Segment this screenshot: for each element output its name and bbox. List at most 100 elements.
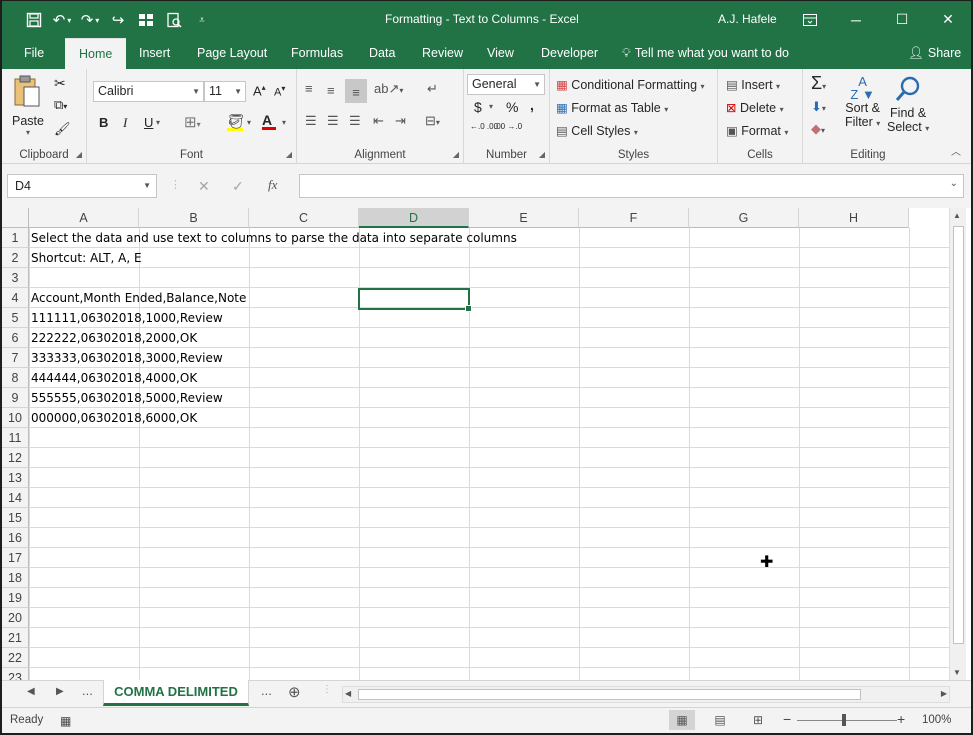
merge-center-icon[interactable]: ⊟▾ <box>425 113 440 129</box>
row-header-1[interactable]: 1 <box>2 228 29 248</box>
insert-function-button[interactable]: fx <box>268 177 277 193</box>
sort-filter-button[interactable]: AZ ▼ Sort & Filter ▾ <box>845 75 880 129</box>
row-header-15[interactable]: 15 <box>2 508 29 528</box>
undo-icon[interactable]: ↶ ▾ <box>48 10 76 30</box>
print-preview-icon[interactable] <box>160 10 188 30</box>
italic-button[interactable]: I <box>123 115 127 131</box>
fill-icon[interactable]: ⬇▾ <box>811 99 826 115</box>
row-header-12[interactable]: 12 <box>2 448 29 468</box>
alignment-launcher-icon[interactable]: ◢ <box>453 150 459 159</box>
clear-icon[interactable]: ◆▾ <box>811 121 825 137</box>
paste-button[interactable]: Paste ▾ <box>12 75 44 137</box>
column-header-b[interactable]: B <box>139 208 249 228</box>
maximize-icon[interactable]: ☐ <box>879 1 925 38</box>
underline-dropdown-icon[interactable]: ▾ <box>156 118 160 127</box>
format-as-table-button[interactable]: ▦ Format as Table ▾ <box>556 100 668 115</box>
row-header-11[interactable]: 11 <box>2 428 29 448</box>
formula-input[interactable]: ⌄ <box>299 174 964 198</box>
cell-a1[interactable]: Select the data and use text to columns … <box>31 228 517 248</box>
cell-a5[interactable]: 111111,06302018,1000,Review <box>31 308 223 328</box>
row-header-19[interactable]: 19 <box>2 588 29 608</box>
cell-a7[interactable]: 333333,06302018,3000,Review <box>31 348 223 368</box>
format-cells-button[interactable]: ▣ Format ▾ <box>726 123 788 138</box>
cut-icon[interactable]: ✂ <box>54 75 66 92</box>
zoom-out-icon[interactable]: − <box>783 711 791 727</box>
tab-split-grip-icon[interactable]: ⋮ <box>322 684 332 695</box>
row-header-8[interactable]: 8 <box>2 368 29 388</box>
form-icon[interactable] <box>132 10 160 30</box>
find-select-button[interactable]: Find & Select ▾ <box>887 75 929 134</box>
column-header-f[interactable]: F <box>579 208 689 228</box>
align-left-icon[interactable]: ☰ <box>305 113 317 129</box>
font-color-dropdown-icon[interactable]: ▾ <box>282 118 286 127</box>
row-header-2[interactable]: 2 <box>2 248 29 268</box>
sheet-tab-comma-delimited[interactable]: COMMA DELIMITED <box>103 680 249 706</box>
sheet-next-icon[interactable]: ▶ <box>56 686 64 697</box>
row-header-10[interactable]: 10 <box>2 408 29 428</box>
select-all-button[interactable] <box>2 208 29 228</box>
row-header-18[interactable]: 18 <box>2 568 29 588</box>
scroll-right-icon[interactable]: ▶ <box>941 689 947 698</box>
collapse-ribbon-icon[interactable]: ︿ <box>951 143 961 158</box>
page-layout-view-icon[interactable]: ▤ <box>707 710 733 730</box>
fill-color-icon[interactable]: 🪣︎ <box>227 113 245 131</box>
cell-a6[interactable]: 222222,06302018,2000,OK <box>31 328 197 348</box>
copy-icon[interactable]: ⧉▾ <box>54 97 67 113</box>
row-header-20[interactable]: 20 <box>2 608 29 628</box>
cell-a10[interactable]: 000000,06302018,6000,OK <box>31 408 197 428</box>
fill-color-dropdown-icon[interactable]: ▾ <box>247 118 251 127</box>
expand-formula-bar-icon[interactable]: ⌄ <box>950 178 958 189</box>
column-header-h[interactable]: H <box>799 208 909 228</box>
column-header-e[interactable]: E <box>469 208 579 228</box>
font-name-select[interactable]: Calibri ▼ <box>93 81 204 102</box>
number-launcher-icon[interactable]: ◢ <box>539 150 545 159</box>
page-break-view-icon[interactable]: ⊞ <box>745 710 771 730</box>
enter-icon[interactable]: ✓ <box>232 178 244 195</box>
bottom-align-icon[interactable]: ≡ <box>345 79 367 103</box>
row-header-9[interactable]: 9 <box>2 388 29 408</box>
cancel-icon[interactable]: ✕ <box>198 178 210 195</box>
row-header-17[interactable]: 17 <box>2 548 29 568</box>
increase-indent-icon[interactable]: ⇥ <box>395 113 406 129</box>
top-align-icon[interactable]: ≡ <box>305 81 313 96</box>
share-button[interactable]: 👤︎ Share <box>908 38 961 69</box>
percent-button[interactable]: % <box>506 99 518 115</box>
format-painter-icon[interactable]: 🖌︎ <box>54 121 71 137</box>
row-header-23[interactable]: 23 <box>2 668 29 680</box>
tab-data[interactable]: Data <box>369 38 395 69</box>
column-header-g[interactable]: G <box>689 208 799 228</box>
ribbon-display-options-icon[interactable] <box>787 1 833 38</box>
row-header-6[interactable]: 6 <box>2 328 29 348</box>
delete-cells-button[interactable]: ⊠ Delete ▾ <box>726 100 784 115</box>
bold-button[interactable]: B <box>99 115 108 130</box>
increase-font-size-icon[interactable]: A▴ <box>253 83 266 98</box>
column-header-c[interactable]: C <box>249 208 359 228</box>
row-header-14[interactable]: 14 <box>2 488 29 508</box>
sheet-more-right[interactable]: ... <box>261 683 272 698</box>
conditional-formatting-button[interactable]: ▦ Conditional Formatting ▾ <box>556 77 705 92</box>
row-header-22[interactable]: 22 <box>2 648 29 668</box>
column-header-d[interactable]: D <box>359 208 469 228</box>
row-header-5[interactable]: 5 <box>2 308 29 328</box>
cell-styles-button[interactable]: ▤ Cell Styles ▾ <box>556 123 638 138</box>
user-name[interactable]: A.J. Hafele <box>718 12 777 26</box>
tab-home[interactable]: Home <box>65 38 127 69</box>
tell-me-search[interactable]: 💡︎ Tell me what you want to do <box>622 38 789 69</box>
sheet-prev-icon[interactable]: ◀ <box>27 686 35 697</box>
minimize-icon[interactable]: ─ <box>833 1 879 38</box>
middle-align-icon[interactable]: ≡ <box>327 83 335 98</box>
zoom-level[interactable]: 100% <box>922 714 951 726</box>
borders-icon[interactable]: ⊞▾ <box>184 113 201 131</box>
tab-formulas[interactable]: Formulas <box>291 38 343 69</box>
tab-file[interactable]: File <box>24 38 44 69</box>
cell-a9[interactable]: 555555,06302018,5000,Review <box>31 388 223 408</box>
wrap-text-icon[interactable]: ↵ <box>427 81 438 97</box>
save-icon[interactable] <box>20 10 48 30</box>
tab-developer[interactable]: Developer <box>541 38 598 69</box>
currency-dropdown-icon[interactable]: ▾ <box>489 102 493 111</box>
column-header-a[interactable]: A <box>29 208 139 228</box>
zoom-in-icon[interactable]: + <box>897 711 905 727</box>
comma-button[interactable]: , <box>530 97 534 113</box>
insert-cells-button[interactable]: ▤ Insert ▾ <box>726 77 780 92</box>
scroll-down-icon[interactable]: ▼ <box>953 668 961 677</box>
